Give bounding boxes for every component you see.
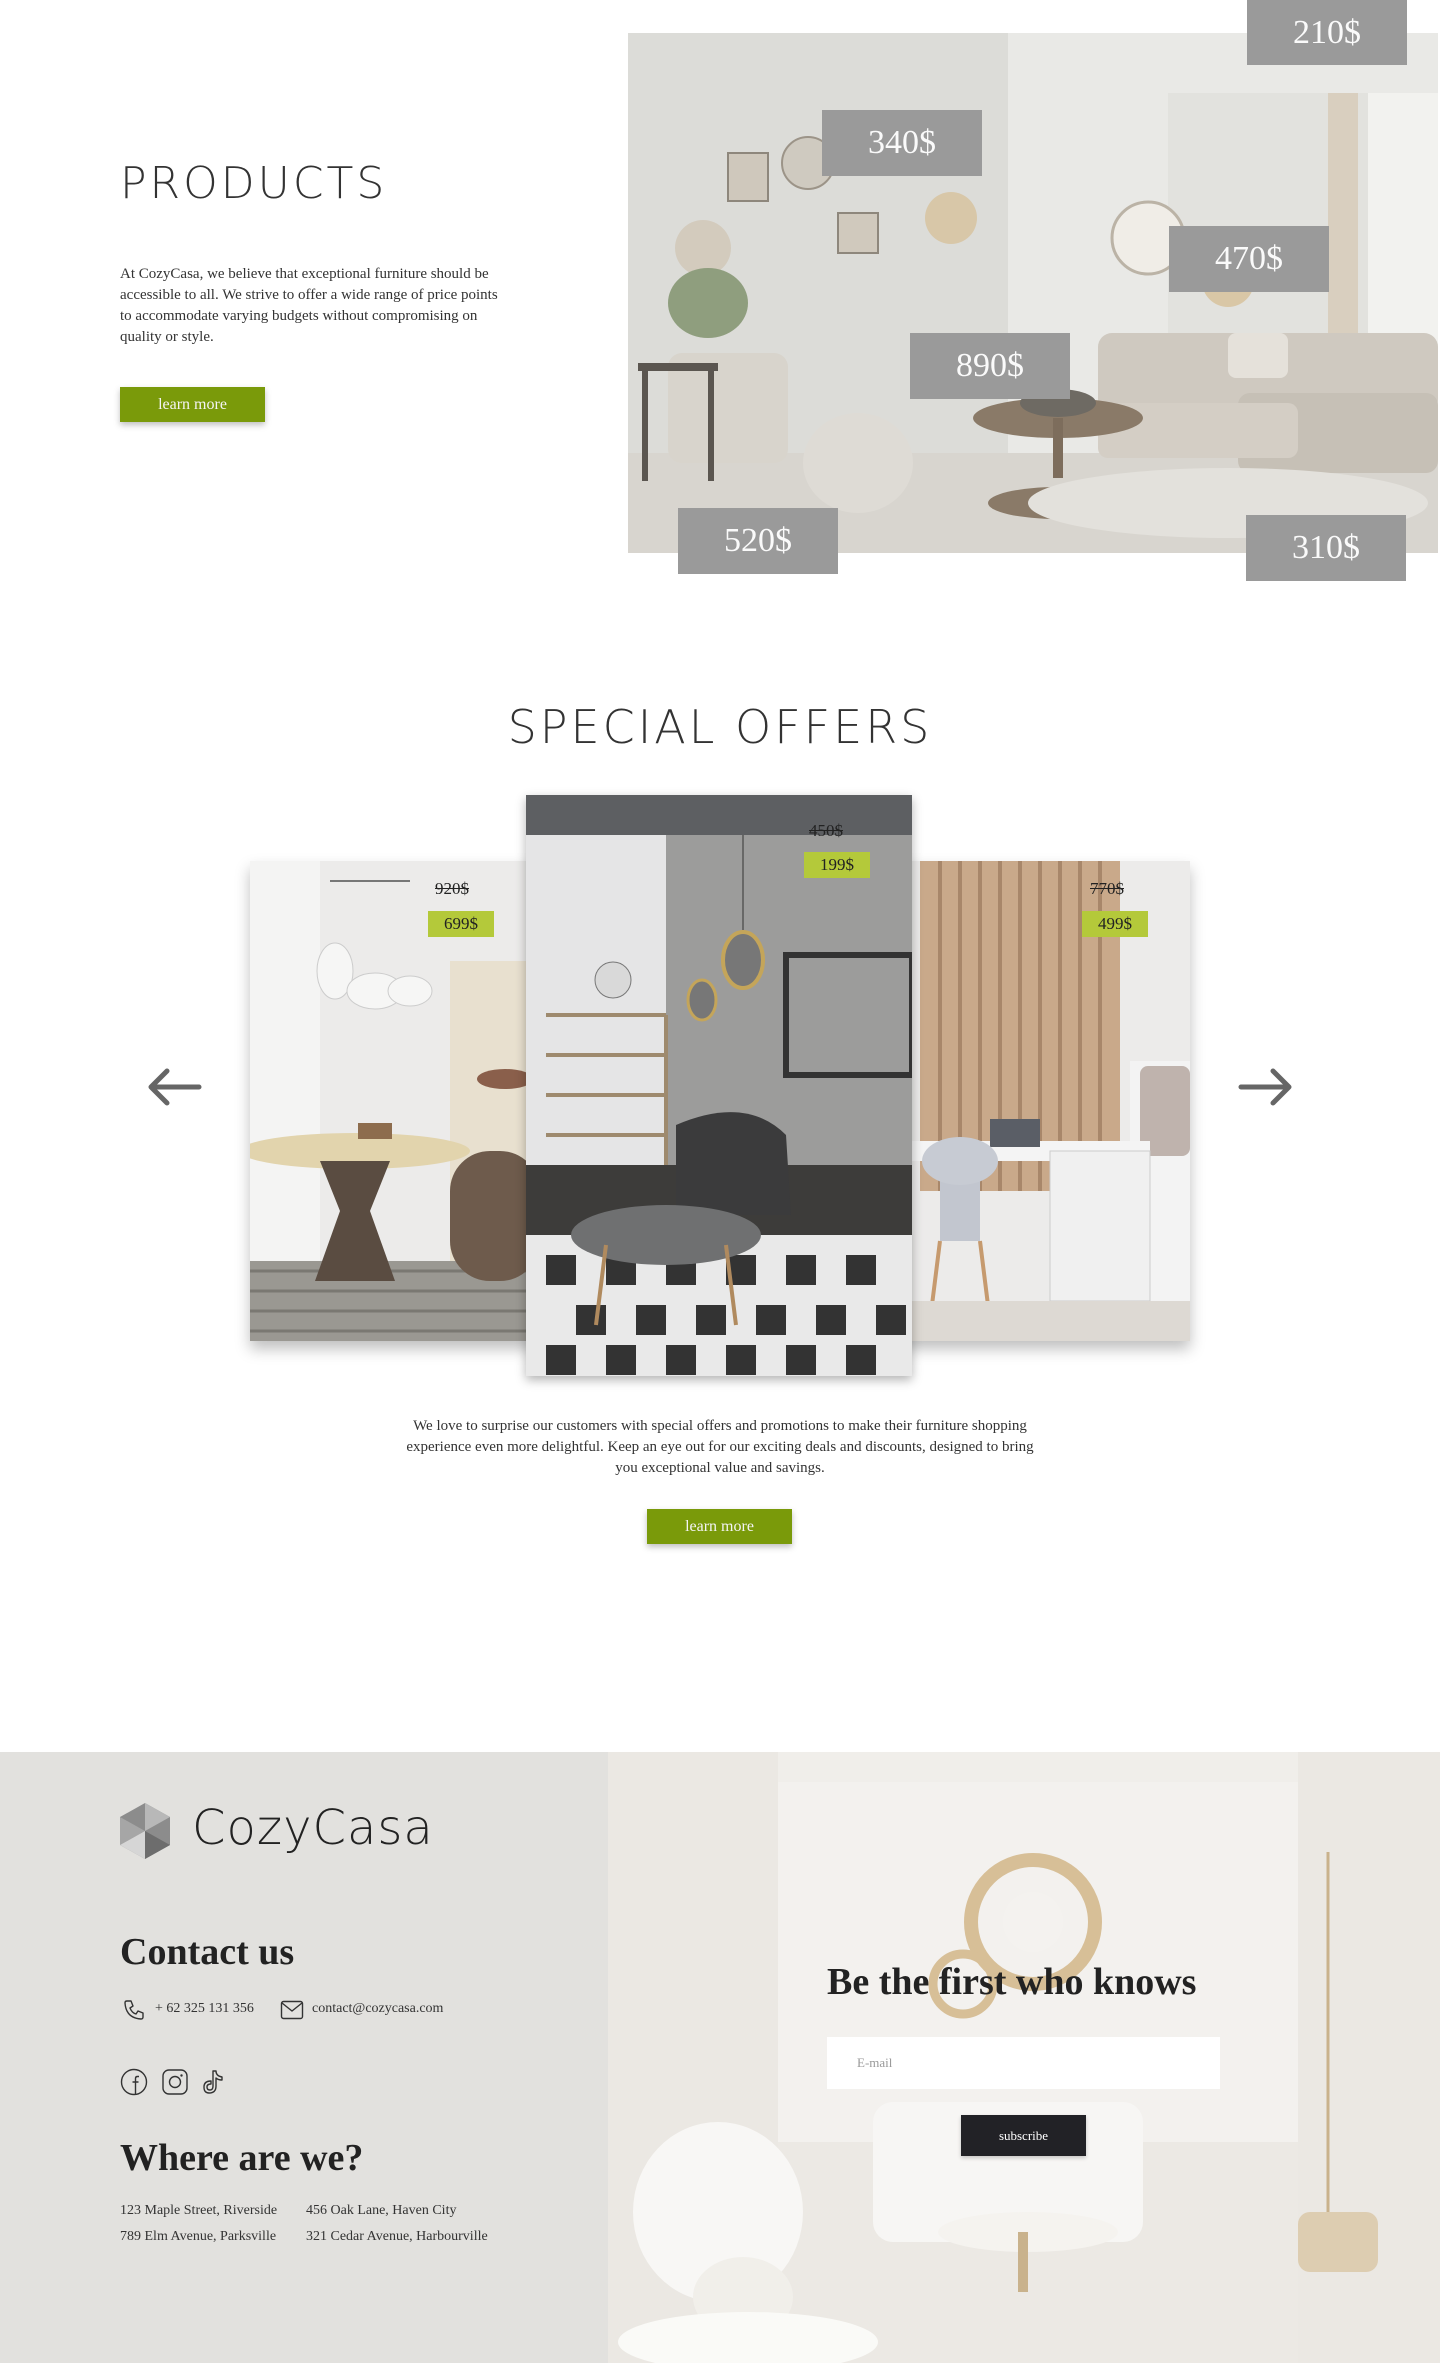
phone-icon (124, 2000, 144, 2020)
new-price: 499$ (1082, 911, 1148, 937)
arrow-right-icon[interactable] (1237, 1065, 1297, 1109)
living-room-illustration (628, 33, 1438, 553)
phone-number[interactable]: + 62 325 131 356 (155, 2001, 254, 2017)
newsletter-email-input[interactable] (827, 2037, 1220, 2089)
mail-icon (280, 2000, 304, 2020)
address-item: 321 Cedar Avenue, Harbourville (306, 2229, 488, 2244)
products-description: At CozyCasa, we believe that exceptional… (120, 266, 498, 345)
new-price: 699$ (428, 911, 494, 937)
address-item: 123 Maple Street, Riverside (120, 2203, 278, 2218)
offers-description: We love to surprise our customers with s… (406, 1418, 1034, 1476)
new-price: 199$ (804, 852, 870, 878)
email-address[interactable]: contact@cozycasa.com (312, 2001, 443, 2017)
contact-title: Contact us (120, 1931, 295, 1973)
living-room-image (628, 33, 1438, 553)
old-price: 770$ (1090, 879, 1124, 898)
instagram-icon[interactable] (161, 2068, 189, 2096)
location-title: Where are we? (120, 2137, 364, 2179)
old-price: 450$ (809, 821, 843, 840)
logo-icon (120, 1803, 170, 1859)
dining-room-image (250, 861, 540, 1341)
arrow-left-icon[interactable] (143, 1065, 203, 1109)
products-title: PRODUCTS (120, 158, 388, 209)
address-item: 789 Elm Avenue, Parksville (120, 2229, 277, 2244)
newsletter-title: Be the first who knows (827, 1961, 1197, 2003)
price-tag: 210$ (1247, 0, 1407, 65)
price-tag: 340$ (822, 110, 982, 176)
products-learn-more-button[interactable]: learn more (120, 387, 265, 422)
lounge-room-image (526, 795, 912, 1376)
offer-card-dining[interactable]: 920$ 699$ (250, 861, 540, 1341)
old-price: 920$ (435, 879, 469, 898)
price-tag: 520$ (678, 508, 838, 574)
offers-title: SPECIAL OFFERS (507, 700, 933, 754)
price-tag: 310$ (1246, 515, 1406, 581)
address-item: 456 Oak Lane, Haven City (306, 2203, 457, 2218)
facebook-icon[interactable] (120, 2068, 148, 2096)
price-tag: 470$ (1169, 226, 1329, 292)
price-tag: 890$ (910, 333, 1070, 399)
subscribe-button[interactable]: subscribe (961, 2115, 1086, 2156)
brand-name: CozyCasa (192, 1800, 434, 1856)
offers-learn-more-button[interactable]: learn more (647, 1509, 792, 1544)
offer-card-workspace[interactable]: 770$ 499$ (900, 861, 1190, 1341)
tiktok-icon[interactable] (201, 2068, 227, 2096)
offer-card-lounge[interactable]: 450$ 199$ (526, 795, 912, 1376)
